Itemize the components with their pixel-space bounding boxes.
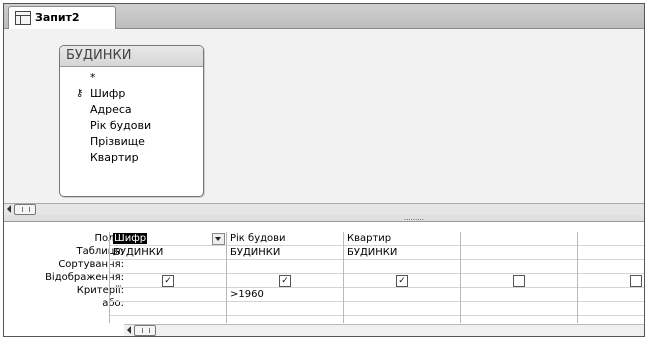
table-title: БУДИНКИ — [60, 46, 203, 67]
grid-column — [460, 232, 578, 323]
criteria-cell[interactable] — [344, 288, 461, 302]
show-cell[interactable] — [461, 274, 578, 288]
field-code[interactable]: Шифр — [90, 86, 125, 102]
show-checkbox[interactable] — [513, 275, 525, 287]
splitter-grip[interactable]: ......... — [404, 215, 424, 222]
sort-cell[interactable] — [110, 260, 227, 274]
show-checkbox[interactable] — [630, 275, 642, 287]
field-all[interactable]: * — [90, 70, 96, 86]
criteria-cell[interactable] — [578, 288, 644, 302]
scroll-left-icon[interactable] — [7, 205, 11, 213]
table-field-list[interactable]: БУДИНКИ * ⚷ Шифр Адреса Рік будови Прізв… — [59, 45, 204, 197]
or-cell[interactable] — [110, 302, 227, 316]
field-cell[interactable] — [578, 232, 644, 246]
or-cell[interactable] — [461, 302, 578, 316]
grid-scrollbar[interactable] — [124, 324, 644, 336]
or-cell[interactable] — [227, 302, 344, 316]
document-tab-bar: Запит2 — [4, 4, 644, 29]
field-cell[interactable]: Квартир — [344, 232, 461, 246]
field-cell[interactable]: Рік будови — [227, 232, 344, 246]
field-surname[interactable]: Прізвище — [90, 134, 145, 150]
query-design-window: Запит2 БУДИНКИ * ⚷ Шифр Адреса Рік будов… — [3, 3, 645, 337]
table-cell[interactable] — [578, 246, 644, 260]
criteria-cell[interactable] — [110, 288, 227, 302]
show-cell[interactable] — [578, 274, 644, 288]
tab-label: Запит2 — [35, 11, 80, 24]
table-cell[interactable]: БУДИНКИ — [227, 246, 344, 260]
grid-column: Шифр БУДИНКИ ✓ — [109, 232, 227, 323]
criteria-cell[interactable] — [461, 288, 578, 302]
query-icon — [15, 11, 31, 25]
table-pane: БУДИНКИ * ⚷ Шифр Адреса Рік будови Прізв… — [4, 29, 644, 203]
table-cell[interactable]: БУДИНКИ — [110, 246, 227, 260]
scrollbar-thumb[interactable] — [134, 325, 156, 336]
scrollbar-thumb[interactable] — [14, 204, 36, 215]
tab-query2[interactable]: Запит2 — [8, 6, 116, 29]
field-cell[interactable]: Шифр — [110, 232, 227, 246]
table-cell[interactable]: БУДИНКИ — [344, 246, 461, 260]
criteria-cell[interactable]: >1960 — [227, 288, 344, 302]
show-cell[interactable]: ✓ — [344, 274, 461, 288]
show-checkbox[interactable]: ✓ — [162, 275, 174, 287]
primary-key-icon: ⚷ — [76, 88, 84, 99]
grid-column: Рік будови БУДИНКИ ✓ >1960 — [226, 232, 344, 323]
field-cell[interactable] — [461, 232, 578, 246]
design-grid: Поле: Таблиця: Сортування: Відображення:… — [4, 222, 644, 336]
pane-splitter[interactable]: ......... — [4, 215, 644, 222]
sort-cell[interactable] — [461, 260, 578, 274]
grid-column: Квартир БУДИНКИ ✓ — [343, 232, 461, 323]
table-cell[interactable] — [461, 246, 578, 260]
field-address[interactable]: Адреса — [90, 102, 132, 118]
dropdown-arrow-icon[interactable] — [212, 233, 225, 245]
or-cell[interactable] — [578, 302, 644, 316]
show-checkbox[interactable]: ✓ — [279, 275, 291, 287]
field-apartments[interactable]: Квартир — [90, 150, 139, 166]
show-checkbox[interactable]: ✓ — [396, 275, 408, 287]
show-cell[interactable]: ✓ — [110, 274, 227, 288]
or-cell[interactable] — [344, 302, 461, 316]
field-build-year[interactable]: Рік будови — [90, 118, 151, 134]
sort-cell[interactable] — [578, 260, 644, 274]
show-cell[interactable]: ✓ — [227, 274, 344, 288]
grid-column — [577, 232, 644, 323]
sort-cell[interactable] — [344, 260, 461, 274]
sort-cell[interactable] — [227, 260, 344, 274]
scroll-left-icon[interactable] — [127, 326, 131, 334]
